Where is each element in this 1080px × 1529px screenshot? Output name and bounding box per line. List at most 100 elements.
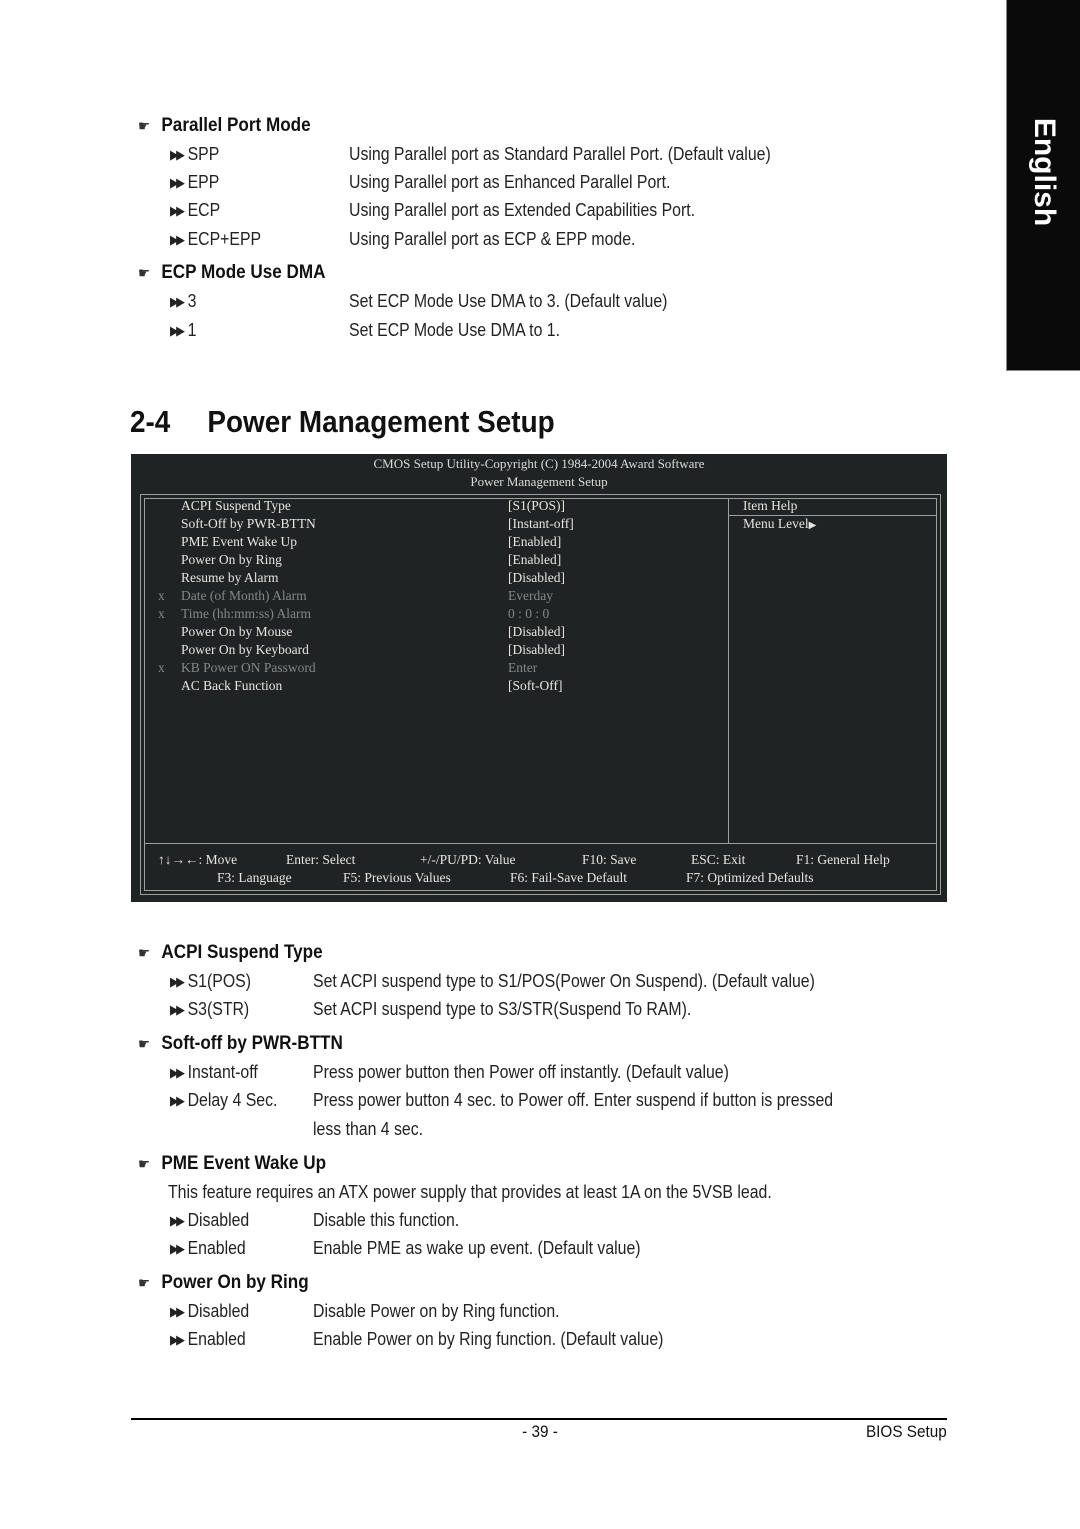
- bios-setting-value[interactable]: [Disabled]: [508, 570, 565, 586]
- option-description: Enable PME as wake up event. (Default va…: [313, 1238, 641, 1258]
- option-description: Set ECP Mode Use DMA to 1.: [349, 320, 561, 340]
- item-help-label: Item Help: [743, 498, 798, 513]
- option-label-text: Disabled: [187, 1210, 250, 1230]
- footer-rule: [131, 1418, 947, 1420]
- double-arrow-icon: ▶▶: [170, 1304, 185, 1319]
- language-tab-label: English: [1028, 117, 1061, 227]
- bios-setting-label: ACPI Suspend Type: [181, 498, 291, 513]
- hint-move: ↑↓→←: Move: [158, 852, 238, 867]
- bios-setting-value[interactable]: [Instant-off]: [508, 516, 574, 532]
- bios-setting-label: KB Power ON Password: [181, 660, 316, 675]
- option-label: ▶▶ Disabled: [170, 1301, 249, 1322]
- double-arrow-icon: ▶▶: [170, 1332, 185, 1347]
- section-heading-ecp-mode-use-dma: ☛ ECP Mode Use DMA: [138, 262, 325, 284]
- hint-save: F10: Save: [582, 852, 637, 867]
- bios-setting-value[interactable]: [Soft-Off]: [508, 678, 563, 694]
- option-description-continued: less than 4 sec.: [313, 1119, 424, 1139]
- heading-title: Power Management Setup: [207, 404, 555, 439]
- bios-setting-value[interactable]: [S1(POS)]: [508, 498, 565, 514]
- section-title: Power On by Ring: [161, 1272, 309, 1293]
- option-label: ▶▶ 3: [170, 291, 196, 312]
- double-arrow-icon: ▶▶: [170, 294, 185, 309]
- double-arrow-icon: ▶▶: [170, 1093, 185, 1108]
- option-label: ▶▶ 1: [170, 320, 196, 341]
- option-label-text: Delay 4 Sec.: [187, 1090, 278, 1110]
- bios-setting-value[interactable]: [Disabled]: [508, 642, 565, 658]
- option-label: ▶▶ ECP: [170, 200, 220, 221]
- bios-setting-label: Power On by Mouse: [181, 624, 293, 639]
- option-label-text: 3: [187, 291, 197, 311]
- option-description: Press power button 4 sec. to Power off. …: [313, 1090, 834, 1110]
- pointing-hand-icon: ☛: [138, 1275, 151, 1292]
- double-arrow-icon: ▶▶: [170, 203, 185, 218]
- option-label-text: ECP: [187, 200, 221, 220]
- option-label-text: S1(POS): [187, 971, 251, 991]
- section-title: Soft-off by PWR-BTTN: [161, 1033, 343, 1054]
- bios-setting-label: PME Event Wake Up: [181, 534, 298, 549]
- option-label: ▶▶ EPP: [170, 172, 219, 193]
- pointing-hand-icon: ☛: [138, 265, 151, 282]
- hint-exit: ESC: Exit: [691, 852, 746, 867]
- bios-setting-label: AC Back Function: [181, 678, 283, 693]
- double-arrow-icon: ▶▶: [170, 974, 185, 989]
- option-label: ▶▶ Enabled: [170, 1238, 246, 1259]
- option-description: Enable Power on by Ring function. (Defau…: [313, 1329, 664, 1349]
- footer-section-name: BIOS Setup: [866, 1422, 947, 1441]
- bios-setting-label: Date (of Month) Alarm: [181, 588, 307, 603]
- option-label: ▶▶ S1(POS): [170, 971, 251, 992]
- hint-optimized-defaults: F7: Optimized Defaults: [686, 870, 814, 885]
- bios-setting-value[interactable]: [Disabled]: [508, 624, 565, 640]
- pointing-hand-icon: ☛: [138, 1036, 151, 1053]
- pointing-hand-icon: ☛: [138, 118, 151, 135]
- option-description: Using Parallel port as ECP & EPP mode.: [349, 229, 636, 249]
- double-arrow-icon: ▶▶: [170, 147, 185, 162]
- menu-level-label: Menu Level▶: [743, 516, 816, 532]
- section-title: Parallel Port Mode: [161, 115, 311, 136]
- section-heading-acpi-suspend-type: ☛ ACPI Suspend Type: [138, 942, 323, 964]
- double-arrow-icon: ▶▶: [170, 175, 185, 190]
- menu-level-text: Menu Level: [743, 516, 809, 531]
- section-title: ACPI Suspend Type: [161, 942, 323, 963]
- option-label-text: S3(STR): [187, 999, 250, 1019]
- option-label-text: ECP+EPP: [187, 229, 262, 249]
- section-heading-pme-event-wake-up: ☛ PME Event Wake Up: [138, 1153, 326, 1175]
- option-label-text: Enabled: [187, 1329, 246, 1349]
- bios-setting-label: Time (hh:mm:ss) Alarm: [181, 606, 312, 621]
- option-label: ▶▶ Delay 4 Sec.: [170, 1090, 277, 1111]
- double-arrow-icon: ▶▶: [170, 1241, 185, 1256]
- option-description: Disable Power on by Ring function.: [313, 1301, 560, 1321]
- section-title: PME Event Wake Up: [161, 1153, 327, 1174]
- pointing-hand-icon: ☛: [138, 945, 151, 962]
- disabled-marker: x: [158, 660, 165, 675]
- option-label: ▶▶ SPP: [170, 144, 219, 165]
- bios-title: CMOS Setup Utility-Copyright (C) 1984-20…: [373, 456, 705, 471]
- help-panel-divider: [728, 498, 729, 843]
- option-description: Disable this function.: [313, 1210, 460, 1230]
- bios-subtitle: Power Management Setup: [470, 474, 608, 489]
- option-label-text: EPP: [187, 172, 220, 192]
- hint-previous-values: F5: Previous Values: [343, 870, 451, 885]
- bios-setting-value[interactable]: [Enabled]: [508, 552, 561, 568]
- disabled-marker: x: [158, 606, 165, 621]
- hint-fail-save-default: F6: Fail-Save Default: [510, 870, 627, 885]
- option-description: Set ACPI suspend type to S3/STR(Suspend …: [313, 999, 692, 1019]
- pointing-hand-icon: ☛: [138, 1156, 151, 1173]
- option-description: Press power button then Power off instan…: [313, 1062, 729, 1082]
- hint-select: Enter: Select: [286, 852, 356, 867]
- option-label-text: 1: [187, 320, 197, 340]
- bios-setting-label: Soft-Off by PWR-BTTN: [181, 516, 316, 531]
- option-label-text: Instant-off: [187, 1062, 258, 1082]
- menu-level-arrow-icon: ▶: [808, 520, 817, 531]
- option-label: ▶▶ S3(STR): [170, 999, 249, 1020]
- option-label: ▶▶ Instant-off: [170, 1062, 258, 1083]
- double-arrow-icon: ▶▶: [170, 323, 185, 338]
- section-title: ECP Mode Use DMA: [161, 262, 326, 283]
- bios-setting-value[interactable]: [Enabled]: [508, 534, 561, 550]
- page-heading: 2-4 Power Management Setup: [130, 404, 555, 440]
- footer-divider: [144, 843, 936, 844]
- bios-setting-label: Power On by Ring: [181, 552, 282, 567]
- double-arrow-icon: ▶▶: [170, 1065, 185, 1080]
- option-description: Using Parallel port as Standard Parallel…: [349, 144, 771, 164]
- bios-setting-label: Resume by Alarm: [181, 570, 279, 585]
- option-description: Set ECP Mode Use DMA to 3. (Default valu…: [349, 291, 668, 311]
